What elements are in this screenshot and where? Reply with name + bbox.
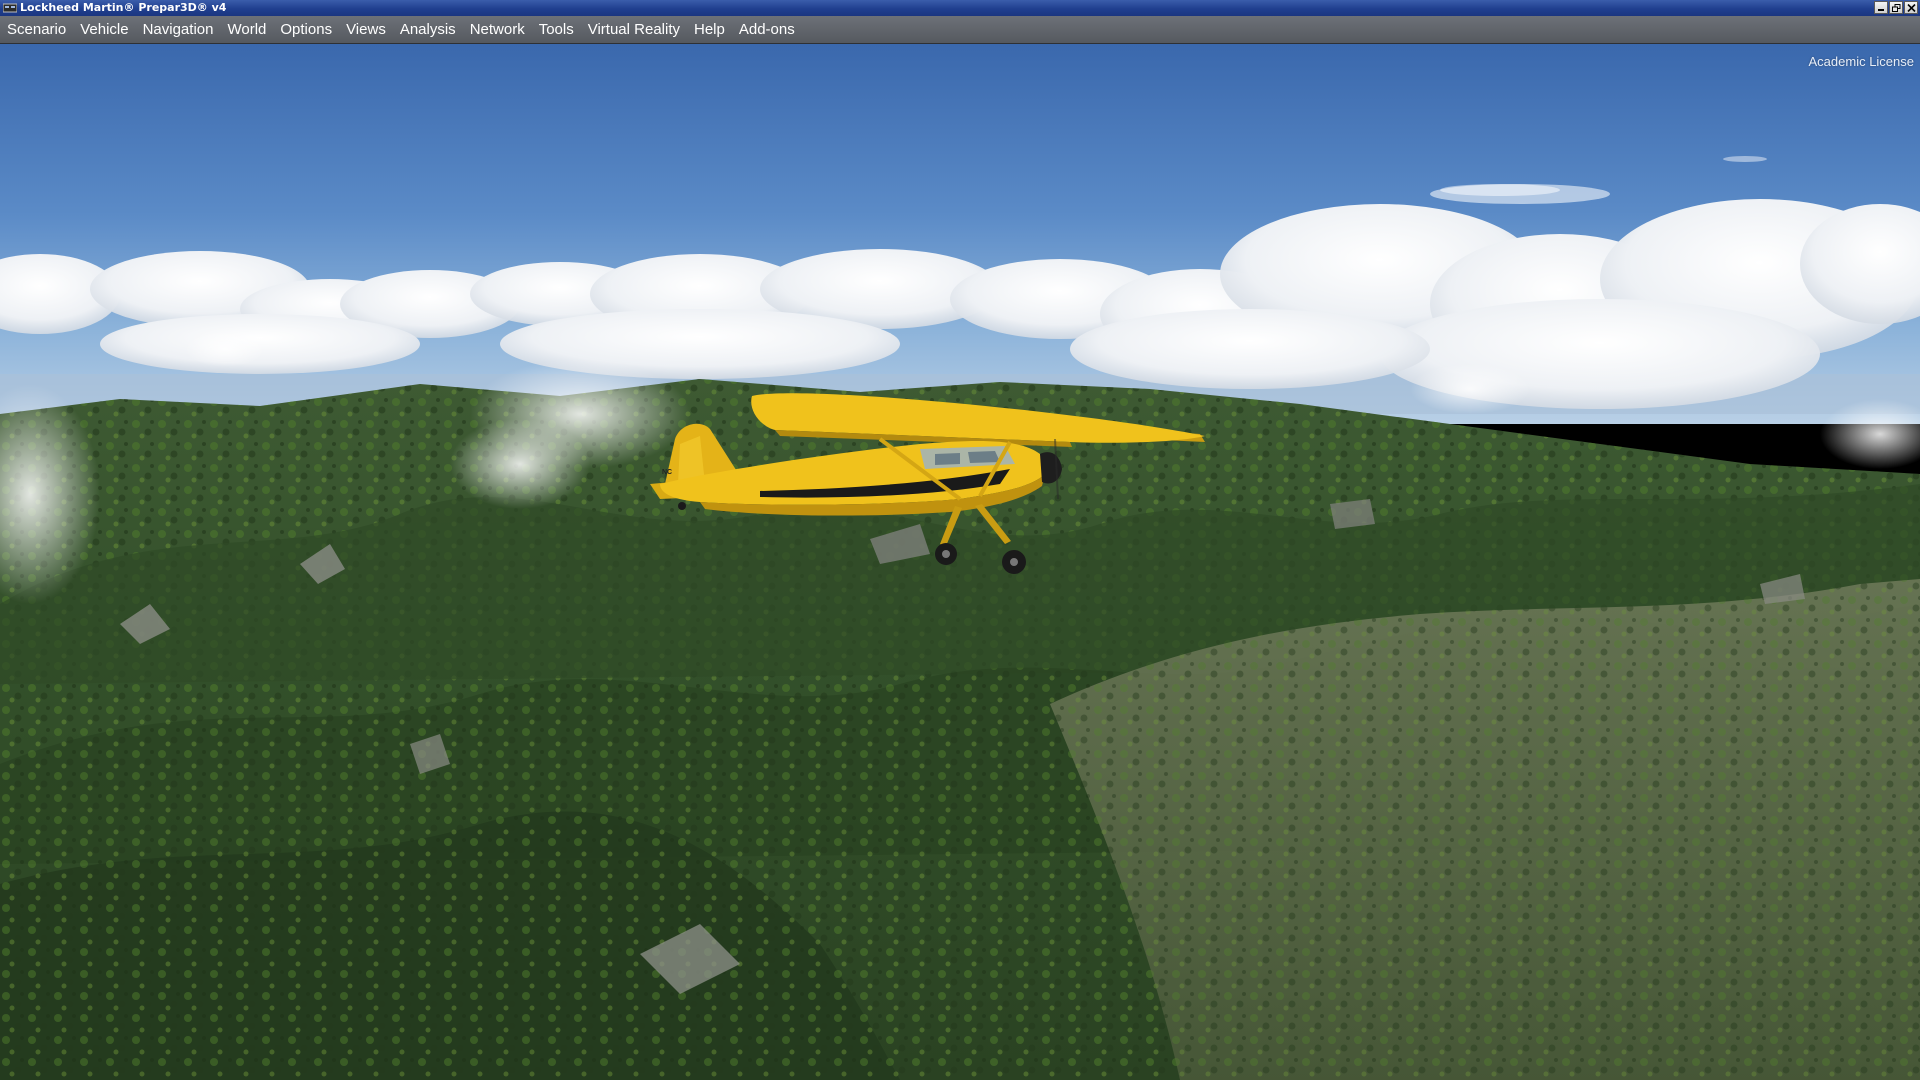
menu-navigation[interactable]: Navigation: [136, 16, 221, 44]
menu-bar: Scenario Vehicle Navigation World Option…: [0, 16, 1920, 44]
title-bar[interactable]: Lockheed Martin® Prepar3D® v4: [0, 0, 1920, 16]
menu-scenario[interactable]: Scenario: [0, 16, 73, 44]
menu-analysis[interactable]: Analysis: [393, 16, 463, 44]
sim-viewport[interactable]: NC Academic License: [0, 44, 1920, 1080]
menu-views[interactable]: Views: [339, 16, 393, 44]
menu-options[interactable]: Options: [273, 16, 339, 44]
minimize-icon[interactable]: [1874, 1, 1888, 14]
window-controls: [1874, 1, 1918, 15]
close-icon[interactable]: [1904, 1, 1918, 14]
license-label: Academic License: [1808, 54, 1915, 69]
menu-help[interactable]: Help: [687, 16, 732, 44]
menu-add-ons[interactable]: Add-ons: [732, 16, 802, 44]
menu-vehicle[interactable]: Vehicle: [73, 16, 135, 44]
menu-world[interactable]: World: [220, 16, 273, 44]
p3d-app-icon: [3, 3, 17, 13]
scene-render: NC: [0, 44, 1920, 1080]
app-window: Lockheed Martin® Prepar3D® v4 Scenario V…: [0, 0, 1920, 1080]
menu-network[interactable]: Network: [463, 16, 532, 44]
menu-virtual-reality[interactable]: Virtual Reality: [581, 16, 687, 44]
menu-tools[interactable]: Tools: [532, 16, 581, 44]
restore-icon[interactable]: [1889, 1, 1903, 14]
window-title: Lockheed Martin® Prepar3D® v4: [20, 1, 227, 14]
aircraft-registration: NC: [662, 469, 672, 476]
